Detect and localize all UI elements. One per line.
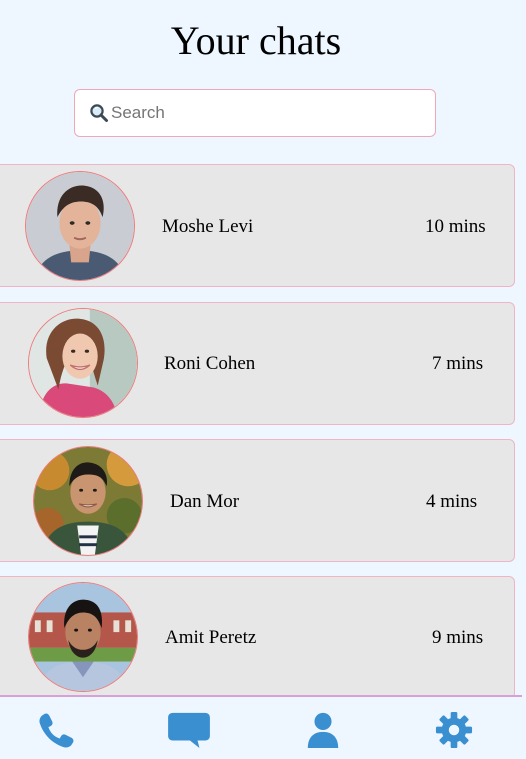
- avatar: [28, 308, 138, 418]
- avatar: [25, 171, 135, 281]
- chat-bubble-icon[interactable]: [166, 711, 212, 749]
- chat-time: 7 mins: [432, 353, 484, 374]
- chat-name: Amit Peretz: [165, 627, 257, 648]
- chat-name: Roni Cohen: [164, 353, 256, 374]
- chat-time: 10 mins: [425, 216, 486, 237]
- chat-time: 4 mins: [426, 491, 478, 512]
- chat-time: 9 mins: [432, 627, 484, 648]
- search-input[interactable]: [111, 103, 411, 123]
- page-title: Your chats: [170, 18, 342, 63]
- magnifying-glass-icon: [89, 103, 109, 123]
- gear-icon[interactable]: [435, 711, 473, 749]
- phone-icon[interactable]: [37, 711, 75, 749]
- search-box[interactable]: [74, 89, 436, 137]
- chat-item-amit-peretz[interactable]: Amit Peretz 9 mins: [0, 576, 515, 699]
- chat-item-dan-mor[interactable]: Dan Mor 4 mins: [0, 439, 515, 562]
- chat-item-moshe-levi[interactable]: Moshe Levi 10 mins: [0, 164, 515, 287]
- chat-name: Dan Mor: [170, 491, 240, 512]
- avatar: [28, 582, 138, 692]
- chat-item-roni-cohen[interactable]: Roni Cohen 7 mins: [0, 302, 515, 425]
- avatar: [33, 446, 143, 556]
- chat-name: Moshe Levi: [162, 216, 254, 237]
- bottom-nav: [0, 695, 522, 759]
- user-icon[interactable]: [304, 711, 342, 749]
